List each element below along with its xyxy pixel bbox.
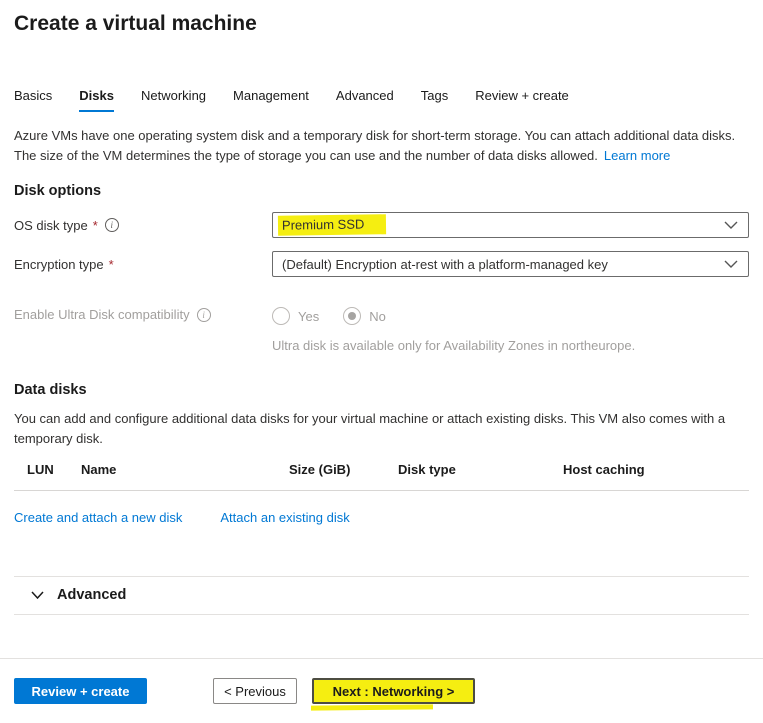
tab-tags[interactable]: Tags <box>421 88 448 112</box>
column-header-lun: LUN <box>27 462 81 477</box>
tab-basics[interactable]: Basics <box>14 88 52 112</box>
encryption-type-select[interactable]: (Default) Encryption at-rest with a plat… <box>272 251 749 277</box>
info-icon[interactable]: i <box>197 308 211 322</box>
ultra-disk-helper-text: Ultra disk is available only for Availab… <box>272 338 749 353</box>
tab-advanced[interactable]: Advanced <box>336 88 394 112</box>
tab-review-create[interactable]: Review + create <box>475 88 569 112</box>
radio-unselected-icon <box>272 307 290 325</box>
os-disk-type-label-group: OS disk type * i <box>14 218 272 233</box>
ultra-disk-radio-group: Yes No <box>272 307 749 325</box>
radio-yes-label: Yes <box>298 309 319 324</box>
os-disk-type-value: Premium SSD <box>278 214 387 236</box>
review-create-button[interactable]: Review + create <box>14 678 147 704</box>
os-disk-type-control: Premium SSD <box>272 212 749 238</box>
attach-existing-disk-link[interactable]: Attach an existing disk <box>220 510 349 525</box>
ultra-disk-label-group: Enable Ultra Disk compatibility i <box>14 304 272 322</box>
encryption-type-row: Encryption type * (Default) Encryption a… <box>14 251 749 277</box>
wizard-tabs: Basics Disks Networking Management Advan… <box>14 88 749 112</box>
os-disk-type-label: OS disk type <box>14 218 88 233</box>
radio-selected-icon <box>343 307 361 325</box>
data-disks-table-header: LUN Name Size (GiB) Disk type Host cachi… <box>14 458 749 491</box>
data-disks-links: Create and attach a new disk Attach an e… <box>14 510 749 525</box>
tab-management[interactable]: Management <box>233 88 309 112</box>
chevron-down-icon <box>724 260 738 268</box>
wizard-footer: Review + create < Previous Next : Networ… <box>0 658 763 704</box>
required-marker: * <box>109 257 114 272</box>
data-disks-heading: Data disks <box>14 382 749 398</box>
page-title: Create a virtual machine <box>14 0 749 36</box>
data-disks-description: You can add and configure additional dat… <box>14 409 751 449</box>
create-vm-page: Create a virtual machine Basics Disks Ne… <box>0 0 763 615</box>
next-networking-button[interactable]: Next : Networking > <box>312 678 475 704</box>
ultra-disk-control: Yes No Ultra disk is available only for … <box>272 304 749 353</box>
column-header-size: Size (GiB) <box>289 462 398 477</box>
info-icon[interactable]: i <box>105 218 119 232</box>
chevron-down-icon <box>31 591 44 599</box>
ultra-disk-label: Enable Ultra Disk compatibility <box>14 307 190 322</box>
encryption-type-control: (Default) Encryption at-rest with a plat… <box>272 251 749 277</box>
radio-no-label: No <box>369 309 386 324</box>
ultra-disk-row: Enable Ultra Disk compatibility i Yes No… <box>14 304 749 353</box>
encryption-type-label-group: Encryption type * <box>14 257 272 272</box>
required-marker: * <box>93 218 98 233</box>
previous-button[interactable]: < Previous <box>213 678 297 704</box>
ultra-disk-radio-yes[interactable]: Yes <box>272 307 319 325</box>
tab-networking[interactable]: Networking <box>141 88 206 112</box>
column-header-host-caching: Host caching <box>563 462 749 477</box>
learn-more-link[interactable]: Learn more <box>604 148 670 163</box>
os-disk-type-select[interactable]: Premium SSD <box>272 212 749 238</box>
encryption-type-value: (Default) Encryption at-rest with a plat… <box>282 257 608 272</box>
os-disk-type-row: OS disk type * i Premium SSD <box>14 212 749 238</box>
intro-text: Azure VMs have one operating system disk… <box>14 126 751 166</box>
encryption-type-label: Encryption type <box>14 257 104 272</box>
tab-disks[interactable]: Disks <box>79 88 114 112</box>
chevron-down-icon <box>724 221 738 229</box>
create-attach-new-disk-link[interactable]: Create and attach a new disk <box>14 510 182 525</box>
ultra-disk-radio-no[interactable]: No <box>343 307 386 325</box>
advanced-label: Advanced <box>57 587 126 603</box>
disk-options-heading: Disk options <box>14 183 749 199</box>
advanced-accordion[interactable]: Advanced <box>14 576 749 615</box>
column-header-name: Name <box>81 462 289 477</box>
column-header-disk-type: Disk type <box>398 462 563 477</box>
disk-options-form: OS disk type * i Premium SSD Encryption … <box>14 212 749 353</box>
